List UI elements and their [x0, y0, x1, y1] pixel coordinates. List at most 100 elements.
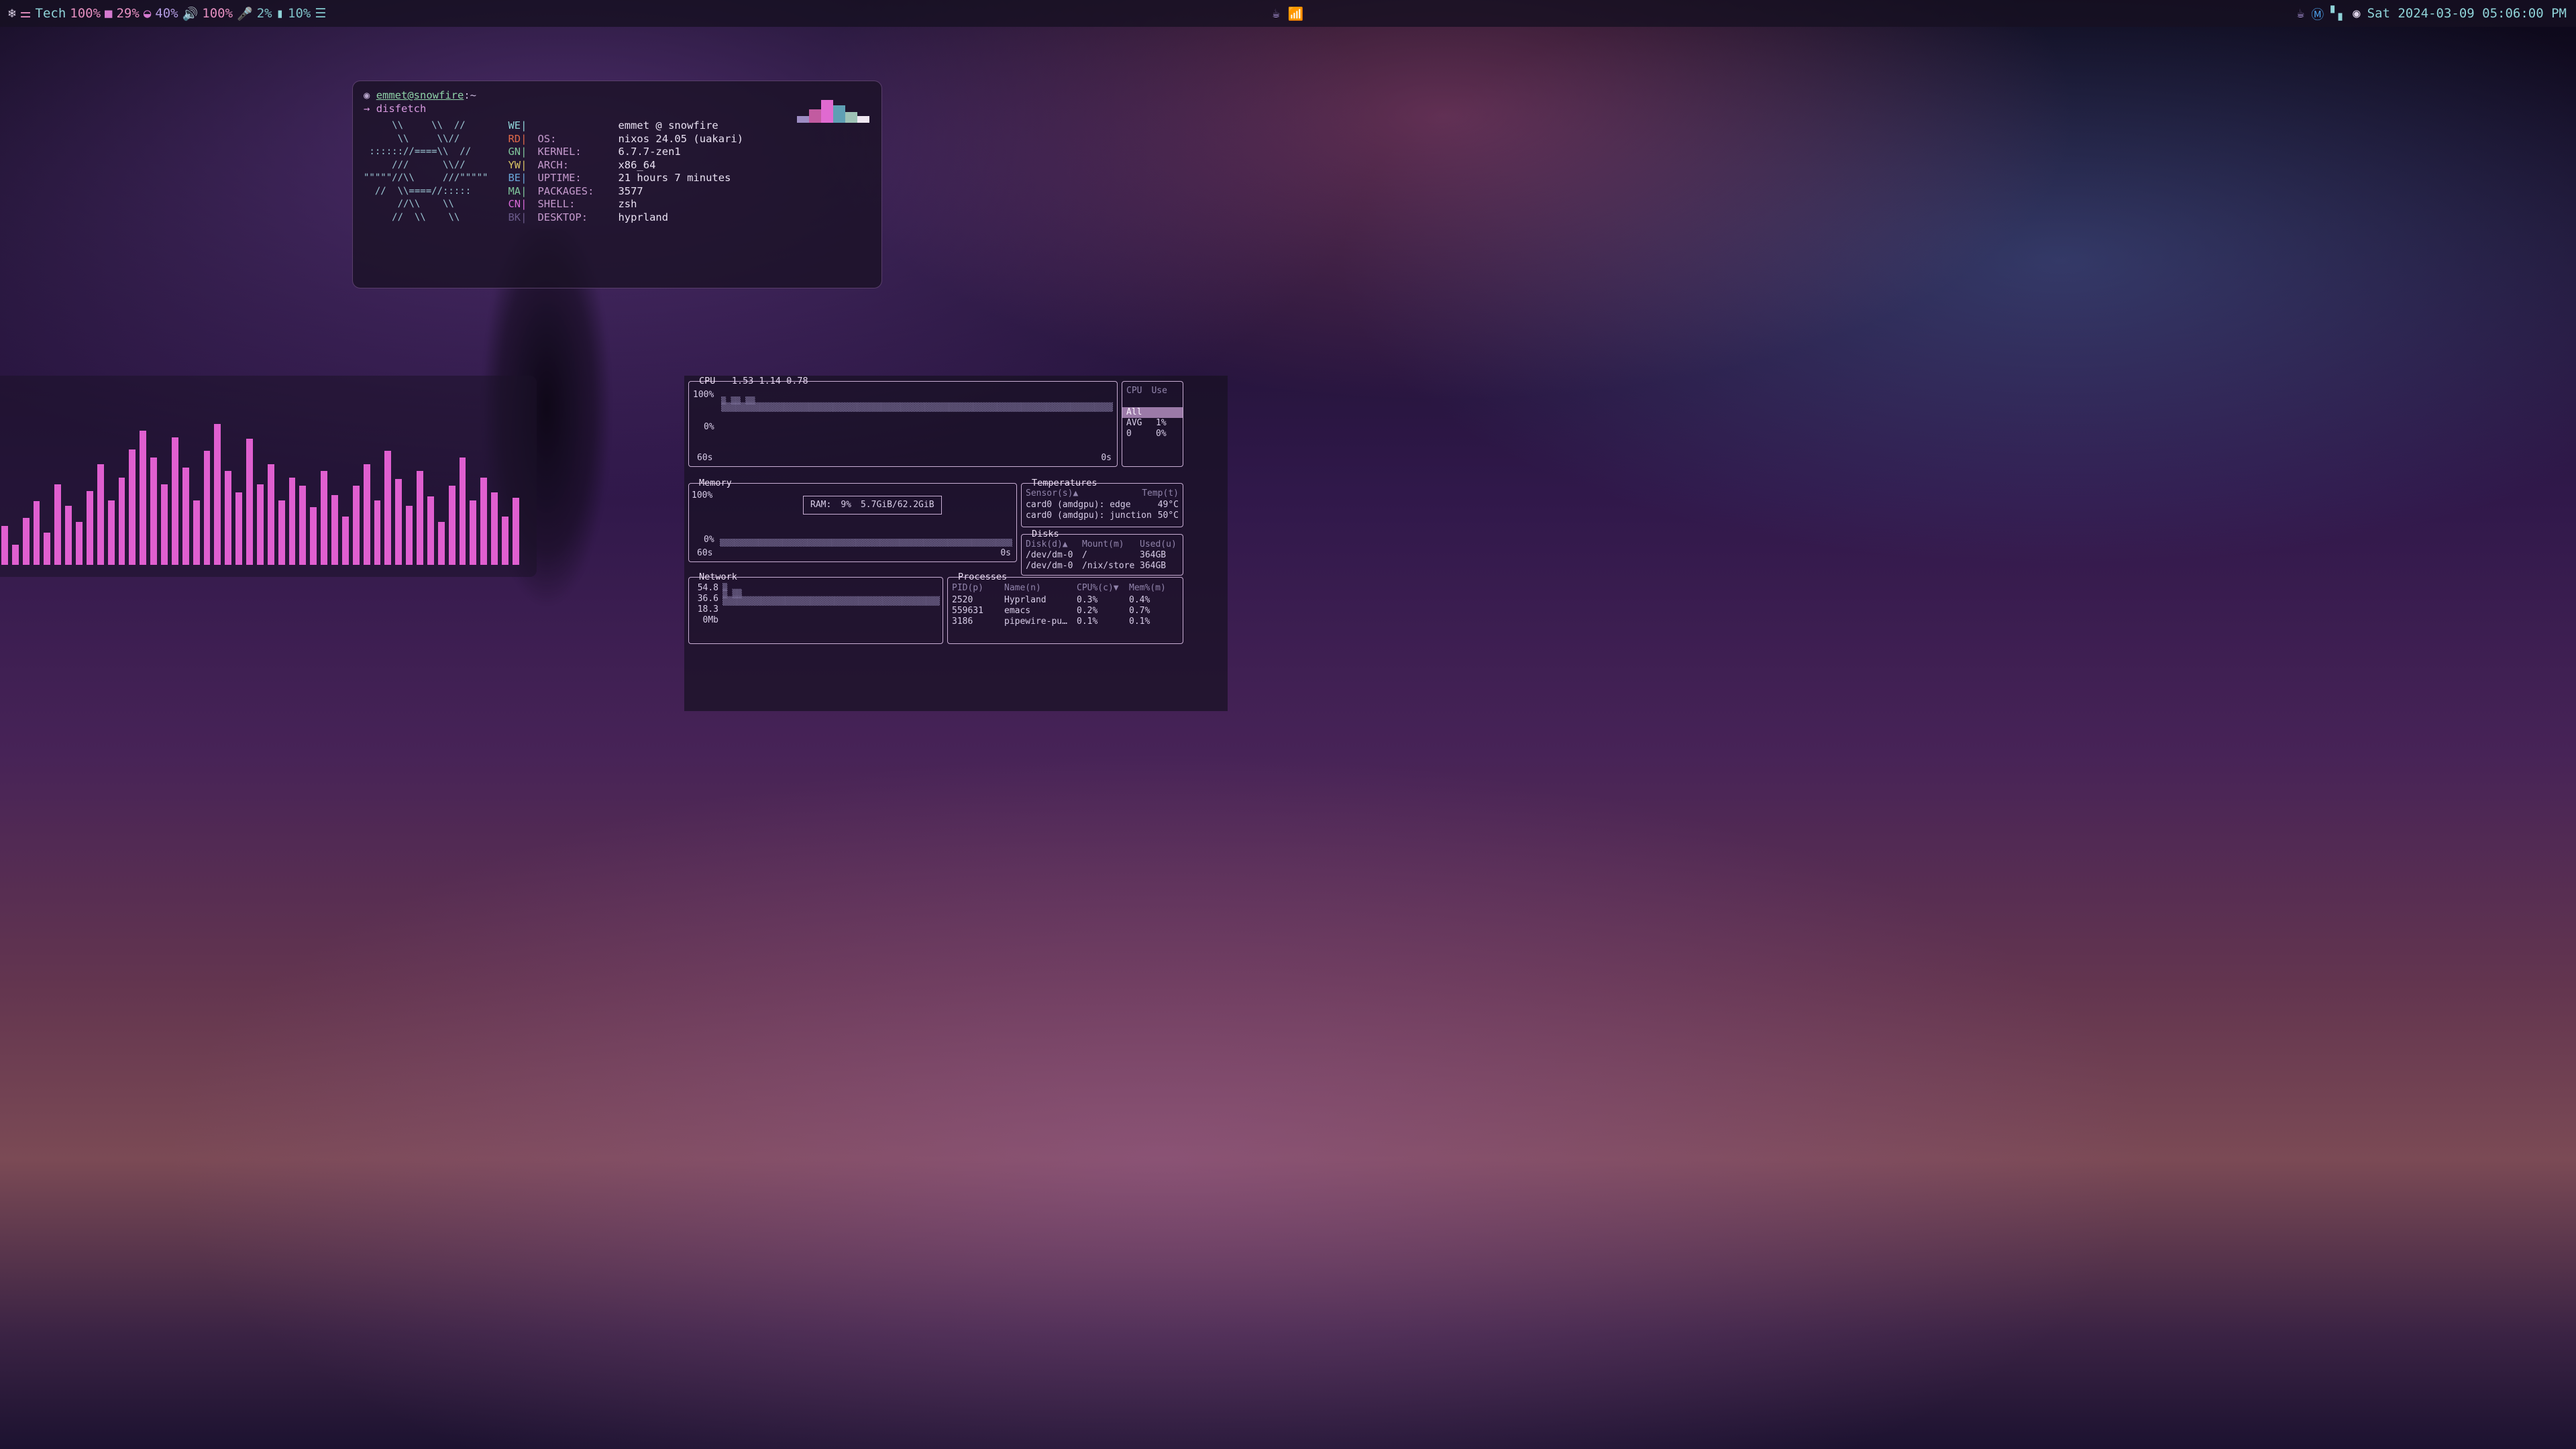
cava-bar: [33, 501, 40, 565]
disfetch-info-row: YW| ARCH: x86_64: [508, 159, 743, 172]
graph-row: ▒▒▒▒▒▒▒▒▒▒▒▒▒▒▒▒▒▒▒▒▒▒▒▒▒▒▒▒▒▒▒▒▒▒▒▒▒▒▒▒…: [720, 539, 1012, 547]
disfetch-color-tag: BK|: [508, 211, 527, 223]
temperature-sensor: card0 (amdgpu): junction: [1026, 511, 1152, 521]
cpu-legend-row[interactable]: All: [1122, 407, 1183, 418]
btop-network-yticks: 54.8 36.6 18.3 0Mb: [692, 583, 718, 626]
disfetch-info-label: KERNEL:: [537, 146, 582, 158]
disfetch-info-label: DESKTOP:: [537, 211, 588, 223]
nested-status-bar-left: ❄ ⚌ Tech 100% ■ 29% ◒ 40% 🔊 100% 🎤 2% ▮ …: [0, 6, 326, 21]
cava-bar: [278, 500, 285, 565]
cava-bar: [22, 518, 30, 565]
palette-swatch: [845, 112, 857, 123]
cava-bar: [299, 486, 307, 565]
disfetch-info-value: 21 hours 7 minutes: [618, 172, 731, 184]
btop-memory-panel[interactable]: Memory 100% 0% 60s 0s ▒▒▒▒▒▒▒▒▒▒▒▒▒▒▒▒▒▒…: [688, 478, 1017, 562]
disfetch-user-host: emmet@snowfire: [376, 89, 464, 101]
disfetch-info-label: OS:: [537, 132, 557, 145]
disfetch-info-value: x86_64: [618, 158, 656, 171]
cava-bar: [193, 500, 200, 565]
disk-mount: /: [1082, 550, 1087, 560]
disfetch-info-row: WE| emmet @ snowfire: [508, 119, 743, 133]
cava-bar: [171, 437, 178, 565]
palette-swatch: [833, 105, 845, 123]
btop-cpu-graph: ▒ ▒▒ ▒▒ ▒▒▒▒▒▒▒▒▒▒▒▒▒▒▒▒▒▒▒▒▒▒▒▒▒▒▒▒▒▒▒▒…: [721, 396, 1113, 435]
disfetch-path: :~: [464, 89, 477, 101]
btop-disks-panel[interactable]: Disks Disk(d)▲ Mount(m) Used(u) /dev/dm-…: [1021, 529, 1183, 576]
btop-cpu-title: CPU — 1.53 1.14 0.78: [699, 376, 808, 386]
disfetch-color-tag: CN|: [508, 198, 527, 210]
cava-bar: [267, 464, 274, 565]
cava-bar: [288, 478, 296, 565]
cava-bar: [11, 545, 19, 565]
process-row[interactable]: 3186 pipewire-pu… 0.1% 0.1%: [952, 616, 1179, 627]
disfetch-info-value: zsh: [618, 198, 637, 210]
btop-processes-title: Processes: [958, 572, 1008, 582]
disfetch-info-value: emmet @ snowfire: [618, 119, 718, 131]
nested-status-bar-tray: ☕ 📶: [1272, 6, 1303, 21]
btop-network-panel[interactable]: Network 54.8 36.6 18.3 0Mb ▒ ▒ ▒▒ ▒▒▒▒▒▒▒▒▒▒▒…: [688, 572, 943, 644]
cava-bar: [448, 486, 455, 565]
disfetch-color-tag: RD|: [508, 132, 527, 145]
disfetch-info-row: MA| PACKAGES: 3577: [508, 185, 743, 199]
menu-icon[interactable]: ☰: [315, 6, 326, 21]
cava-bar: [246, 439, 253, 565]
coffee-off-icon[interactable]: ☕: [1272, 6, 1279, 21]
cava-bar: [427, 496, 434, 565]
disfetch-info-label: PACKAGES:: [537, 184, 594, 197]
disk-device: /dev/dm-0: [1026, 561, 1073, 571]
btop-temperatures-panel[interactable]: Temperatures Sensor(s)▲ Temp(t) card0 (a…: [1021, 478, 1183, 527]
btop-cpu-legend-panel[interactable]: CPU Use All AVG 1% 0 0%: [1122, 381, 1183, 467]
cava-bar: [129, 449, 136, 565]
btop-ram-readout: RAM: 9% 5.7GiB/62.2GiB: [803, 496, 942, 515]
process-row[interactable]: 2520 Hyprland 0.3% 0.4%: [952, 595, 1179, 606]
nested-memory: 10%: [288, 6, 311, 21]
temperature-row: card0 (amdgpu): junction 50°C: [1026, 511, 1179, 521]
btop-processes-panel[interactable]: Processes PID(p) Name(n) CPU%(c)▼ Mem%(m…: [947, 572, 1183, 644]
disfetch-command: disfetch: [376, 102, 427, 115]
disfetch-color-tag: BE|: [508, 172, 527, 184]
process-row[interactable]: 559631 emacs 0.2% 0.7%: [952, 606, 1179, 616]
network-ytick: 0Mb: [702, 615, 718, 625]
btop-memory-title: Memory: [699, 478, 732, 488]
btop-temperatures-headers: Sensor(s)▲ Temp(t): [1026, 488, 1179, 498]
cpu-legend-row[interactable]: AVG 1%: [1122, 418, 1183, 429]
disk-used: 364GB: [1140, 550, 1167, 560]
cpu-legend-name: All: [1126, 407, 1142, 417]
bluetooth-icon[interactable]: 📶: [1288, 6, 1304, 21]
network-ytick: 54.8: [697, 583, 718, 593]
cava-bar: [417, 471, 423, 565]
cava-bar: [256, 484, 264, 565]
disfetch-info-row: GN| KERNEL: 6.7.7-zen1: [508, 146, 743, 159]
cava-bar: [140, 431, 147, 565]
temperature-sensor: card0 (amdgpu): edge: [1026, 500, 1131, 510]
brightness-icon: 🔊: [182, 6, 199, 21]
btop-cpu-ymax: 100%: [693, 390, 714, 400]
cava-bar: [76, 522, 83, 565]
disfetch-color-tag: YW|: [508, 158, 527, 171]
nested-screenshot-window[interactable]: ❄ ⚌ Tech 100% ■ 29% ◒ 40% 🔊 100% 🎤 2% ▮ …: [0, 0, 2576, 1449]
btop-processes-rows: 2520 Hyprland 0.3% 0.4% 559631 emacs 0.2% 0.7% 3…: [952, 595, 1179, 627]
battery-icon: ■: [105, 6, 113, 21]
cava-bar: [491, 492, 498, 565]
btop-cpu-ymin: 0%: [704, 422, 714, 432]
cava-bar: [331, 495, 338, 565]
nested-volume: 100%: [202, 6, 233, 21]
btop-ram-label: RAM:: [810, 500, 832, 510]
btop-ram-detail: 5.7GiB/62.2GiB: [860, 500, 934, 510]
cava-bar: [118, 478, 125, 565]
nested-workspace-label: Tech: [35, 6, 66, 21]
palette-swatch: [797, 116, 809, 123]
disfetch-terminal[interactable]: ◉ emmet@snowfire:~ → disfetch \\ \\ // \…: [352, 80, 882, 288]
graph-row: ▒▒▒▒▒▒▒▒▒▒▒▒▒▒▒▒▒▒▒▒▒▒▒▒▒▒▒▒▒▒▒▒▒▒▒▒▒▒▒▒…: [722, 596, 940, 606]
btop-system-monitor[interactable]: CPU — 1.53 1.14 0.78 100% 0% ▒ ▒▒ ▒▒ ▒▒▒…: [684, 376, 1228, 711]
disk-row: /dev/dm-0 / 364GB: [1026, 550, 1179, 561]
cava-bar: [161, 484, 168, 565]
disk-device: /dev/dm-0: [1026, 550, 1073, 560]
cpu-legend-row[interactable]: 0 0%: [1122, 429, 1183, 439]
disk-row: /dev/dm-0/nix/store 364GB: [1026, 561, 1179, 572]
btop-ram-percent: 9%: [841, 500, 851, 510]
nix-snowflake-icon[interactable]: ❄: [8, 6, 15, 21]
temperature-value: 50°C: [1157, 511, 1179, 521]
process-mem: 0.7%: [1129, 606, 1150, 616]
btop-cpu-panel[interactable]: CPU — 1.53 1.14 0.78 100% 0% ▒ ▒▒ ▒▒ ▒▒▒…: [688, 376, 1118, 467]
